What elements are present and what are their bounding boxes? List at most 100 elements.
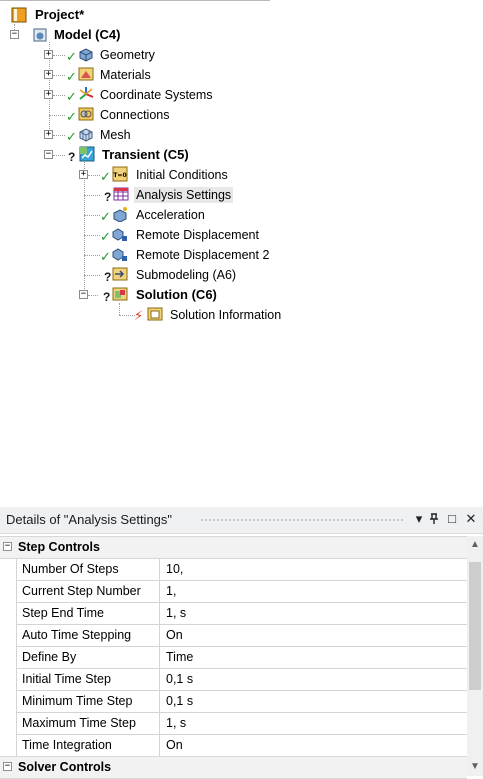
property-row[interactable]: Time Integration On xyxy=(16,734,467,757)
dropdown-arrow-icon[interactable]: ▾ xyxy=(412,511,426,527)
property-key: Maximum Time Step xyxy=(16,712,160,734)
property-value[interactable]: 1, xyxy=(166,580,176,602)
model-icon xyxy=(33,28,47,42)
maximize-icon[interactable]: □ xyxy=(445,511,459,527)
property-value[interactable]: 0,1 s xyxy=(166,668,193,690)
tree-line xyxy=(53,55,65,56)
tree-line xyxy=(84,255,100,256)
materials-icon xyxy=(78,67,94,81)
collapse-toggle[interactable]: − xyxy=(44,150,53,159)
property-row[interactable]: Auto Time Stepping On xyxy=(16,624,467,647)
expand-toggle[interactable]: + xyxy=(79,170,88,179)
property-row[interactable]: Step End Time 1, s xyxy=(16,602,467,625)
submodeling-icon xyxy=(112,267,128,281)
acceleration-icon xyxy=(113,207,127,222)
tree-label: Remote Displacement xyxy=(136,228,259,242)
check-icon: ✓ xyxy=(66,49,77,64)
check-icon: ✓ xyxy=(100,249,111,264)
expand-toggle[interactable]: + xyxy=(44,50,53,59)
check-icon: ✓ xyxy=(66,69,77,84)
drag-grip[interactable] xyxy=(200,518,405,522)
tree-line xyxy=(53,95,65,96)
collapse-toggle[interactable]: − xyxy=(3,542,12,551)
tree-label: Materials xyxy=(100,68,151,82)
tree-line xyxy=(53,75,65,76)
collapse-toggle[interactable]: − xyxy=(10,30,19,39)
tree-label: Connections xyxy=(100,108,170,122)
section-step-controls[interactable]: − Step Controls xyxy=(0,536,467,559)
scroll-up-icon[interactable]: ▲ xyxy=(467,538,483,552)
collapse-toggle[interactable]: − xyxy=(79,290,88,299)
close-icon[interactable]: ✕ xyxy=(464,511,478,527)
check-icon: ✓ xyxy=(100,209,111,224)
tree-label: Solution Information xyxy=(170,308,282,322)
expand-toggle[interactable]: + xyxy=(44,130,53,139)
property-key: Minimum Time Step xyxy=(16,690,160,712)
property-value[interactable]: On xyxy=(166,734,183,756)
property-key: Step End Time xyxy=(16,602,160,624)
property-key: Number Of Steps xyxy=(16,558,160,580)
tree-label: Solution (C6) xyxy=(136,287,217,302)
property-row[interactable]: Initial Time Step 0,1 s xyxy=(16,668,467,691)
expand-toggle[interactable]: + xyxy=(44,70,53,79)
tree-line xyxy=(49,115,65,116)
collapse-toggle[interactable]: − xyxy=(3,762,12,771)
tree-line xyxy=(119,315,135,316)
property-key: Auto Time Stepping xyxy=(16,624,160,646)
tree-label: Transient (C5) xyxy=(102,147,189,162)
vertical-scrollbar[interactable]: ▲ ▼ xyxy=(467,536,483,776)
grid-gutter xyxy=(0,558,17,756)
property-value[interactable]: Time xyxy=(166,646,193,668)
question-icon: ? xyxy=(103,290,111,304)
property-row[interactable]: Current Step Number 1, xyxy=(16,580,467,603)
solution-information-icon xyxy=(147,307,163,321)
mesh-icon xyxy=(79,128,93,142)
solution-icon xyxy=(112,287,128,301)
tree-line xyxy=(88,295,98,296)
lightning-icon: ⚡ xyxy=(134,308,144,323)
scroll-thumb[interactable] xyxy=(469,562,481,690)
remote-displacement-icon xyxy=(112,248,127,261)
property-row[interactable]: Define By Time xyxy=(16,646,467,669)
expand-toggle[interactable]: + xyxy=(44,90,53,99)
scroll-down-icon[interactable]: ▼ xyxy=(467,760,483,774)
property-value[interactable]: 10, xyxy=(166,558,183,580)
property-value[interactable]: 0,1 s xyxy=(166,690,193,712)
tree-line xyxy=(84,275,100,276)
property-value[interactable]: 1, s xyxy=(166,712,186,734)
initial-icon-text: T=0 xyxy=(113,172,126,179)
tree-label: Mesh xyxy=(100,128,131,142)
tree-label: Geometry xyxy=(100,48,155,62)
tree-label: Analysis Settings xyxy=(134,187,234,203)
check-icon: ✓ xyxy=(66,89,77,104)
property-value[interactable]: 1, s xyxy=(166,602,186,624)
check-icon: ✓ xyxy=(66,129,77,144)
question-icon: ? xyxy=(104,270,112,284)
top-divider xyxy=(0,0,270,1)
tree-line xyxy=(84,162,85,297)
tree-label: Remote Displacement 2 xyxy=(136,248,270,262)
analysis-settings-icon xyxy=(113,187,129,201)
section-label: Step Controls xyxy=(18,540,100,554)
outline-tree: Project* − Model (C4) + ✓ Geometry + ✓ M… xyxy=(0,0,483,335)
property-row[interactable]: Maximum Time Step 1, s xyxy=(16,712,467,735)
tree-line xyxy=(53,155,65,156)
tree-line xyxy=(84,195,100,196)
tree-label: Model (C4) xyxy=(54,27,121,42)
property-value[interactable]: On xyxy=(166,624,183,646)
tree-line xyxy=(119,303,120,315)
connections-icon xyxy=(78,107,94,121)
tree-label: Coordinate Systems xyxy=(100,88,213,102)
property-row[interactable]: Minimum Time Step 0,1 s xyxy=(16,690,467,713)
tree-label: Acceleration xyxy=(136,208,205,222)
pin-icon[interactable] xyxy=(428,513,440,525)
question-icon: ? xyxy=(68,150,76,164)
check-icon: ✓ xyxy=(66,109,77,124)
tree-line xyxy=(84,215,100,216)
details-header: Details of "Analysis Settings" ▾ □ ✕ xyxy=(0,507,483,534)
initial-conditions-icon: T=0 xyxy=(112,166,128,182)
check-icon: ✓ xyxy=(100,229,111,244)
coordinate-systems-icon xyxy=(79,87,94,100)
property-row[interactable]: Number Of Steps 10, xyxy=(16,558,467,581)
tree-label: Project* xyxy=(35,7,85,22)
